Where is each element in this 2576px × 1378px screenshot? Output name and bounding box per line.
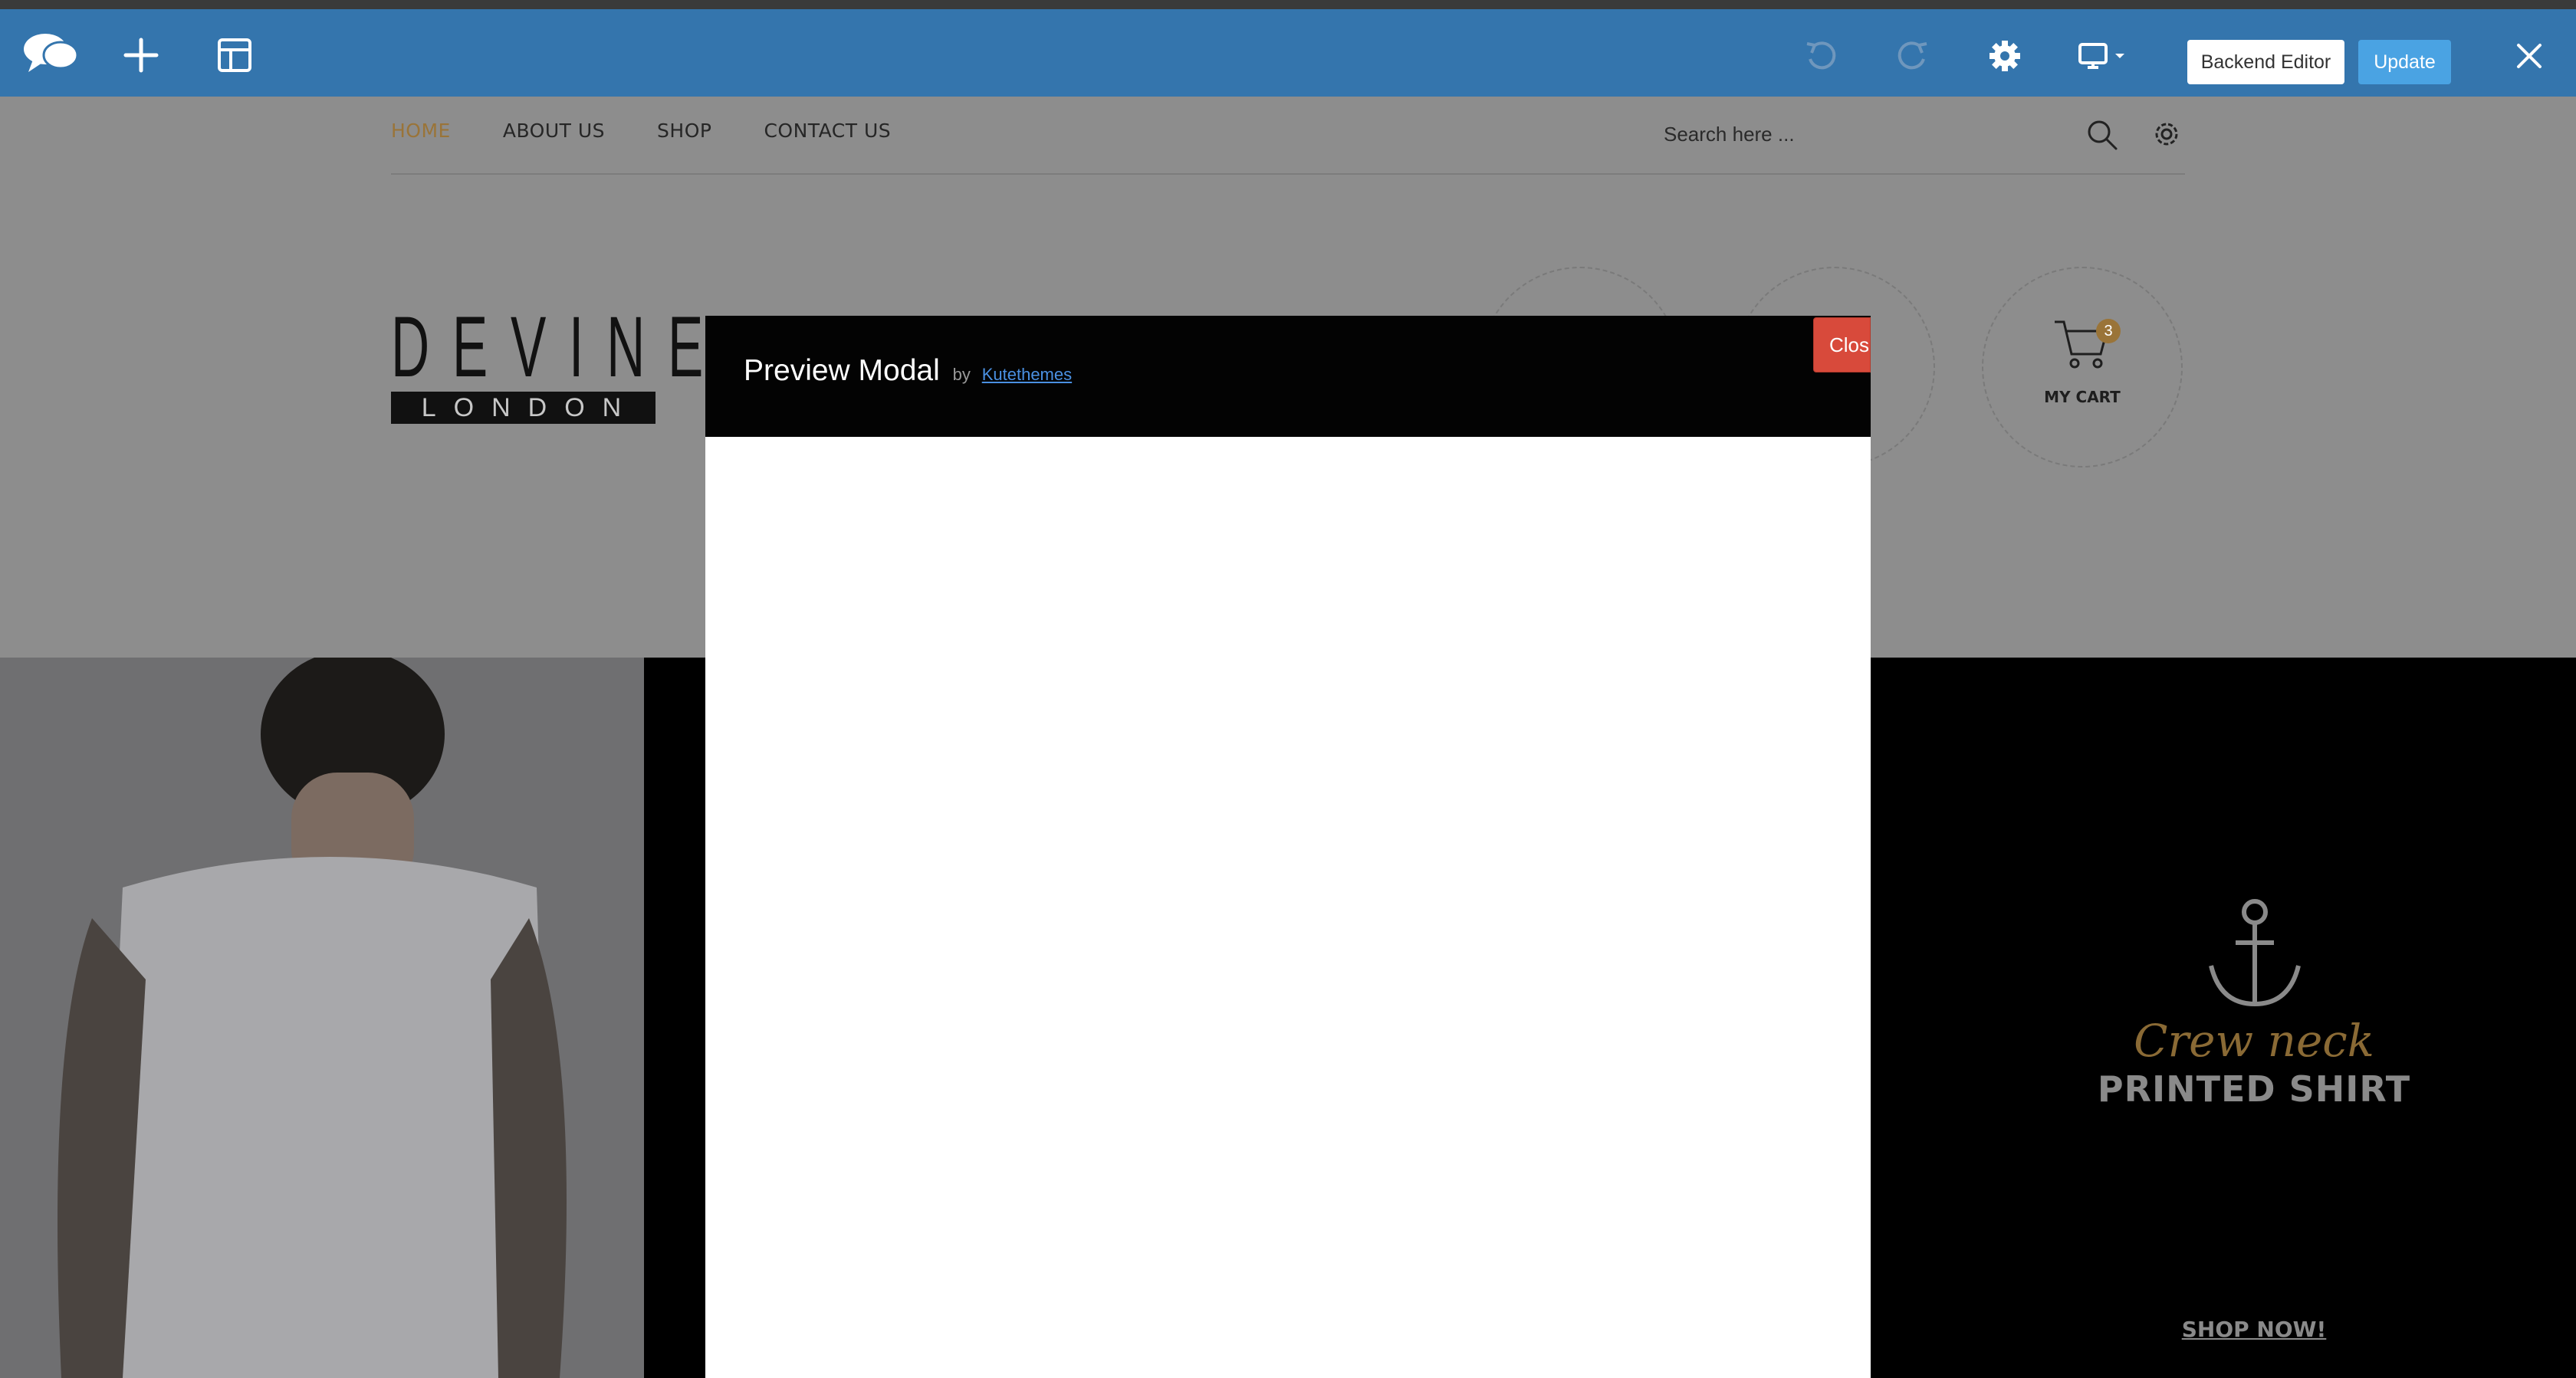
logo-subtitle: LONDON bbox=[391, 392, 656, 424]
nav-contact-link[interactable]: CONTACT US bbox=[764, 120, 891, 142]
chat-bubbles-icon[interactable] bbox=[21, 29, 80, 75]
search-input[interactable]: Search here ... bbox=[1664, 123, 1795, 146]
gear-icon[interactable] bbox=[2149, 116, 2184, 156]
nav-divider bbox=[391, 173, 2185, 175]
undo-icon[interactable] bbox=[1803, 38, 1838, 74]
nav-shop-link[interactable]: SHOP bbox=[657, 120, 711, 142]
anchor-icon bbox=[2205, 897, 2305, 1015]
preview-modal: Preview Modal by Kutethemes Close bbox=[705, 316, 1871, 1378]
promo-title: PRINTED SHIRT bbox=[2097, 1068, 2411, 1110]
layout-icon[interactable] bbox=[216, 37, 253, 74]
plus-icon[interactable] bbox=[123, 37, 159, 74]
nav-home-link[interactable]: HOME bbox=[391, 120, 451, 142]
cart-count-badge: 3 bbox=[2096, 319, 2121, 343]
modal-author-link[interactable]: Kutethemes bbox=[982, 365, 1072, 384]
nav-about-link[interactable]: ABOUT US bbox=[503, 120, 605, 142]
update-button[interactable]: Update bbox=[2358, 40, 2451, 84]
main-nav: HOME ABOUT US SHOP CONTACT US bbox=[391, 120, 891, 142]
banner-photo bbox=[0, 658, 644, 1378]
modal-header: Preview Modal by Kutethemes Close bbox=[705, 316, 1871, 437]
site-logo[interactable]: DEVINE LONDON bbox=[391, 299, 727, 424]
modal-close-button[interactable]: Close bbox=[1813, 317, 1871, 372]
modal-by-text: by bbox=[952, 365, 971, 384]
window-top-strip bbox=[0, 0, 2576, 9]
close-icon[interactable] bbox=[2513, 40, 2545, 72]
modal-title-row: Preview Modal by Kutethemes bbox=[744, 354, 1072, 388]
modal-title: Preview Modal bbox=[744, 354, 940, 387]
logo-wordmark: DEVINE bbox=[391, 299, 727, 395]
shop-now-link[interactable]: SHOP NOW! bbox=[1932, 1317, 2576, 1342]
backend-editor-button[interactable]: Backend Editor bbox=[2187, 40, 2344, 84]
promo-script-text: Crew neck bbox=[2134, 1015, 2374, 1067]
editor-toolbar: Backend Editor Update bbox=[0, 9, 2576, 97]
redo-icon[interactable] bbox=[1895, 38, 1930, 74]
monitor-icon[interactable] bbox=[2076, 40, 2130, 74]
modal-body bbox=[705, 437, 1871, 1378]
settings-icon[interactable] bbox=[1987, 38, 2022, 74]
cart-label: MY CART bbox=[2044, 388, 2121, 406]
search-icon[interactable] bbox=[2085, 118, 2119, 156]
